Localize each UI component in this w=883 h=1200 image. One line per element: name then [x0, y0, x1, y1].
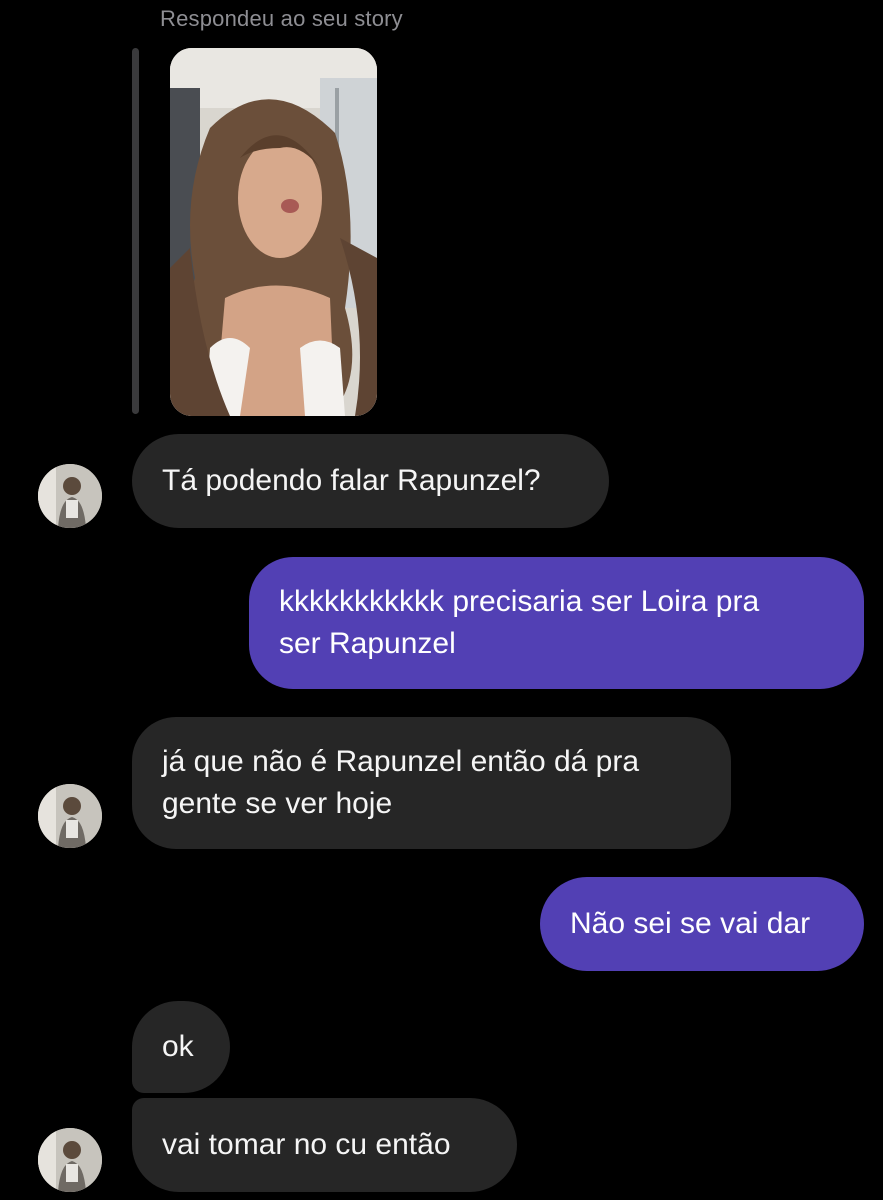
avatar-photo-icon [38, 1128, 102, 1192]
message-incoming[interactable]: vai tomar no cu então [132, 1098, 517, 1192]
message-outgoing[interactable]: Não sei se vai dar [540, 877, 864, 971]
avatar-photo-icon [38, 784, 102, 848]
message-outgoing[interactable]: kkkkkkkkkkk precisaria ser Loira pra ser… [249, 557, 864, 689]
message-incoming[interactable]: Tá podendo falar Rapunzel? [132, 434, 609, 528]
contact-avatar[interactable] [38, 464, 102, 528]
message-incoming[interactable]: ok [132, 1001, 230, 1093]
story-thumbnail[interactable] [170, 48, 377, 416]
reply-quote-bar [132, 48, 139, 414]
story-reply-caption: Respondeu ao seu story [160, 6, 403, 31]
contact-avatar[interactable] [38, 1128, 102, 1192]
avatar-photo-icon [38, 464, 102, 528]
message-incoming[interactable]: já que não é Rapunzel então dá pra gente… [132, 717, 731, 849]
story-photo-icon [170, 48, 377, 416]
contact-avatar[interactable] [38, 784, 102, 848]
